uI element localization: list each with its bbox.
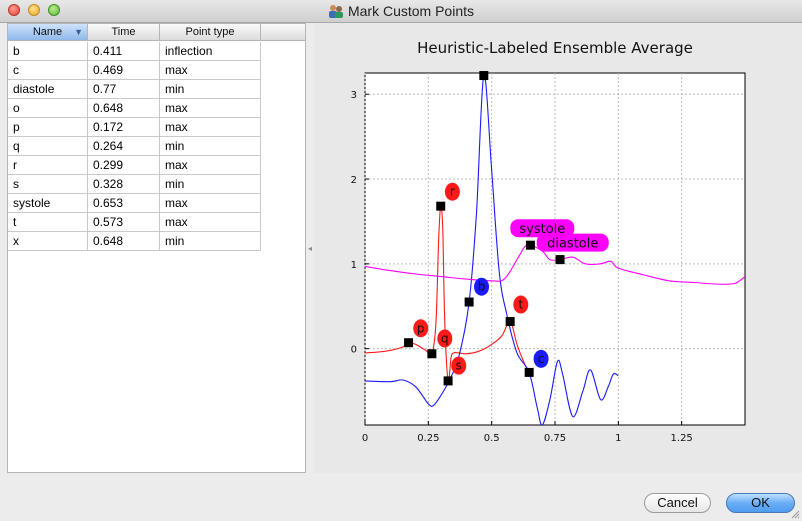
point-marker[interactable] (427, 349, 437, 359)
y-tick-label: 2 (351, 175, 357, 186)
column-header-name[interactable]: Name ▼ (8, 24, 88, 41)
point-marker[interactable] (479, 71, 489, 81)
title-bar: Mark Custom Points (0, 0, 802, 23)
table-row[interactable]: c 0.469 max (8, 61, 261, 80)
point-marker[interactable] (555, 255, 565, 265)
point-type-cell[interactable]: min (160, 175, 261, 194)
table-row[interactable]: systole 0.653 max (8, 194, 261, 213)
point-type-cell[interactable]: min (160, 232, 261, 251)
point-marker[interactable] (524, 367, 534, 377)
name-cell[interactable]: x (8, 232, 88, 251)
chart-title: Heuristic-Labeled Ensemble Average (417, 39, 693, 57)
table-row[interactable]: b 0.411 inflection (8, 42, 261, 61)
table-header-filler (261, 24, 305, 41)
points-table[interactable]: Name ▼ Time Point type b 0.411 inflection c 0… (7, 23, 306, 473)
x-tick-label: 0.75 (544, 433, 566, 444)
point-type-cell[interactable]: max (160, 194, 261, 213)
name-cell[interactable]: s (8, 175, 88, 194)
splitter-handle-icon[interactable]: ◂ (308, 244, 312, 253)
point-marker[interactable] (505, 317, 515, 327)
column-header-point-type[interactable]: Point type (160, 24, 261, 41)
time-cell[interactable]: 0.328 (88, 175, 160, 194)
window-title-area: Mark Custom Points (0, 3, 802, 19)
table-row[interactable]: x 0.648 min (8, 232, 261, 251)
time-cell[interactable]: 0.653 (88, 194, 160, 213)
time-cell[interactable]: 0.469 (88, 61, 160, 80)
time-cell[interactable]: 0.648 (88, 99, 160, 118)
table-row[interactable]: p 0.172 max (8, 118, 261, 137)
plot-panel: Heuristic-Labeled Ensemble Average 0 0.25 0… (314, 23, 802, 473)
name-cell[interactable]: p (8, 118, 88, 137)
time-cell[interactable]: 0.573 (88, 213, 160, 232)
point-type-cell[interactable]: min (160, 80, 261, 99)
table-row[interactable]: r 0.299 max (8, 156, 261, 175)
name-cell[interactable]: r (8, 156, 88, 175)
time-cell[interactable]: 0.77 (88, 80, 160, 99)
mark-custom-points-window: Mark Custom Points Name ▼ Time Point type… (0, 0, 802, 521)
resize-grip-icon[interactable] (790, 509, 800, 519)
name-cell[interactable]: t (8, 213, 88, 232)
y-tick-label: 0 (351, 345, 357, 356)
x-tick-label: 0.5 (484, 433, 500, 444)
name-cell[interactable]: systole (8, 194, 88, 213)
time-cell[interactable]: 0.411 (88, 42, 160, 61)
app-icon (328, 5, 343, 18)
table-row[interactable]: s 0.328 min (8, 175, 261, 194)
time-cell[interactable]: 0.648 (88, 232, 160, 251)
annotation-label: r (450, 185, 455, 199)
point-type-cell[interactable]: max (160, 156, 261, 175)
cancel-button[interactable]: Cancel (644, 493, 711, 513)
table-row[interactable]: t 0.573 max (8, 213, 261, 232)
table-body: b 0.411 inflection c 0.469 max diastole 0.77 min… (8, 42, 261, 251)
x-tick-label: 0.25 (417, 433, 439, 444)
time-cell[interactable]: 0.299 (88, 156, 160, 175)
point-type-cell[interactable]: max (160, 213, 261, 232)
x-tick-label: 0 (362, 433, 368, 444)
name-cell[interactable]: c (8, 61, 88, 80)
name-cell[interactable]: o (8, 99, 88, 118)
annotation-label: c (538, 352, 545, 366)
point-marker[interactable] (525, 240, 535, 250)
annotation-label: q (441, 331, 449, 345)
y-tick-label: 1 (351, 260, 357, 271)
table-row[interactable]: diastole 0.77 min (8, 80, 261, 99)
name-cell[interactable]: diastole (8, 80, 88, 99)
ok-button[interactable]: OK (726, 493, 795, 513)
time-cell[interactable]: 0.264 (88, 137, 160, 156)
name-cell[interactable]: b (8, 42, 88, 61)
annotation-label: p (417, 321, 425, 335)
table-row[interactable]: o 0.648 max (8, 99, 261, 118)
table-row[interactable]: q 0.264 min (8, 137, 261, 156)
window-title: Mark Custom Points (347, 3, 475, 19)
annotation-label: s (456, 359, 462, 373)
point-type-cell[interactable]: max (160, 61, 261, 80)
time-cell[interactable]: 0.172 (88, 118, 160, 137)
annotation-label: diastole (547, 237, 598, 252)
table-header: Name ▼ Time Point type (8, 24, 261, 41)
ensemble-average-chart[interactable]: Heuristic-Labeled Ensemble Average 0 0.25 0… (314, 23, 802, 473)
column-header-time[interactable]: Time (88, 24, 160, 41)
point-marker[interactable] (443, 376, 453, 386)
y-tick-label: 3 (351, 90, 357, 101)
x-tick-label: 1 (615, 433, 621, 444)
point-type-cell[interactable]: max (160, 99, 261, 118)
point-type-cell[interactable]: min (160, 137, 261, 156)
sort-descending-icon: ▼ (74, 27, 83, 37)
point-type-cell[interactable]: inflection (160, 42, 261, 61)
point-marker[interactable] (436, 201, 446, 211)
name-cell[interactable]: q (8, 137, 88, 156)
point-type-cell[interactable]: max (160, 118, 261, 137)
x-tick-label: 1.25 (671, 433, 693, 444)
point-marker[interactable] (464, 297, 474, 307)
annotation-label: t (518, 298, 523, 312)
annotation-label: b (478, 280, 486, 294)
point-marker[interactable] (404, 338, 414, 348)
